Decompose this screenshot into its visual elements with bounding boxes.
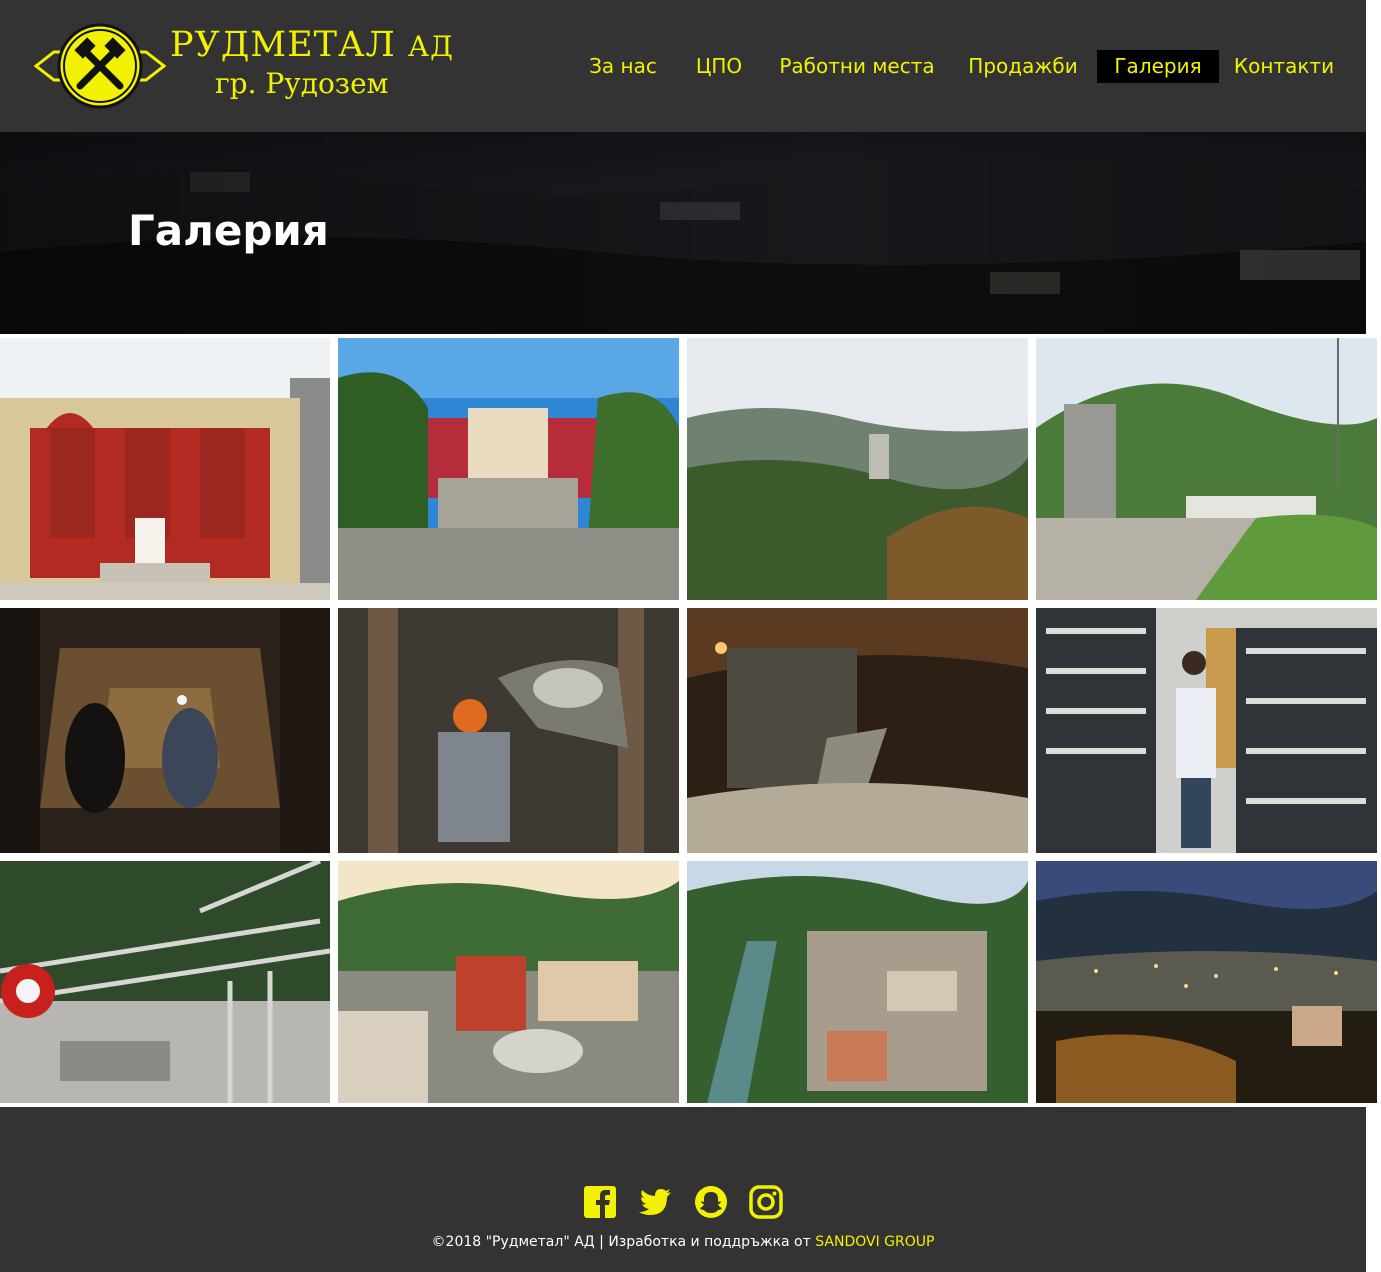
hill-tower-photo: [1036, 338, 1377, 600]
page-title: Галерия: [128, 206, 329, 255]
gallery-image-town-aerial-square[interactable]: [338, 861, 679, 1103]
lamp-room-photo: [1036, 608, 1377, 853]
nav-item-cpo[interactable]: ЦПО: [684, 50, 754, 83]
nav-item-about[interactable]: За нас: [582, 50, 664, 83]
instagram-icon[interactable]: [749, 1185, 783, 1219]
snapchat-icon[interactable]: [694, 1185, 728, 1219]
site-header: РУДМЕТАЛ АД гр. Рудозем За нас ЦПО Работ…: [0, 0, 1366, 132]
nav-item-sales[interactable]: Продажби: [960, 50, 1086, 83]
drilling-photo: [338, 608, 679, 853]
gallery-image-mine-loader[interactable]: [687, 608, 1028, 853]
site-footer: ©2018 "Рудметал" АД | Изработка и поддръ…: [0, 1107, 1366, 1272]
copyright-label: ©2018 "Рудметал" АД | Изработка и поддръ…: [431, 1234, 811, 1250]
building-photo: [0, 338, 330, 600]
courtyard-photo: [338, 338, 679, 600]
gallery-image-town-aerial-river[interactable]: [687, 861, 1028, 1103]
town-square-photo: [338, 861, 679, 1103]
miners-photo: [0, 608, 330, 853]
page-hero: Галерия: [0, 132, 1366, 334]
town-river-photo: [687, 861, 1028, 1103]
gallery-image-lamp-room[interactable]: [1036, 608, 1377, 853]
facebook-icon[interactable]: [583, 1185, 617, 1219]
gallery-image-hoist-machinery[interactable]: [0, 861, 330, 1103]
nav-item-gallery[interactable]: Галерия: [1097, 50, 1219, 83]
gallery-image-mine-tower-mountains[interactable]: [687, 338, 1028, 600]
twitter-icon[interactable]: [638, 1185, 672, 1219]
gallery-image-administration-building[interactable]: [0, 338, 330, 600]
machinery-photo: [0, 861, 330, 1103]
gallery-image-building-courtyard[interactable]: [338, 338, 679, 600]
gallery-image-miner-drilling[interactable]: [338, 608, 679, 853]
town-night-photo: [1036, 861, 1377, 1103]
gallery-image-town-night[interactable]: [1036, 861, 1377, 1103]
nav-item-contacts[interactable]: Контакти: [1228, 50, 1340, 83]
gallery-image-mine-tower-hill[interactable]: [1036, 338, 1377, 600]
gallery-image-miners-underground[interactable]: [0, 608, 330, 853]
nav-item-jobs[interactable]: Работни места: [776, 50, 938, 83]
copyright-text: ©2018 "Рудметал" АД | Изработка и поддръ…: [0, 1234, 1366, 1250]
main-nav: За нас ЦПО Работни места Продажби Галери…: [0, 50, 1366, 84]
developer-credit-link[interactable]: SANDOVI GROUP: [815, 1234, 934, 1250]
mountain-tower-photo: [687, 338, 1028, 600]
loader-photo: [687, 608, 1028, 853]
